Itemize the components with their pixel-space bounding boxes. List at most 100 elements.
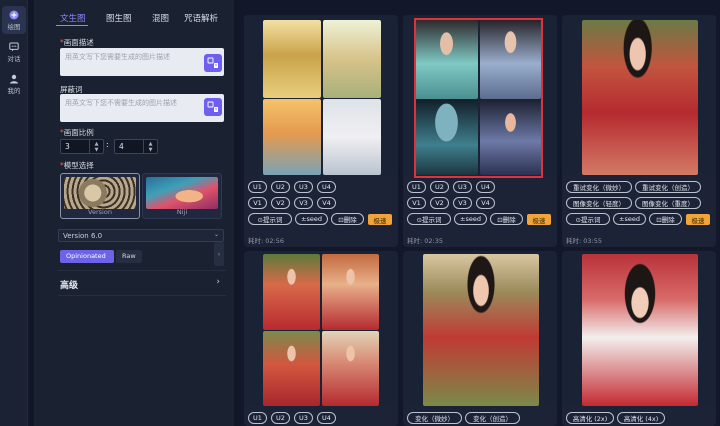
upscale-2x-button[interactable]: 高清化 (2x)	[566, 412, 614, 424]
grid-image-2[interactable]	[323, 20, 381, 98]
tab-image-to-image[interactable]: 图生图	[106, 12, 132, 24]
image-grid	[244, 15, 398, 175]
seed-button[interactable]: ±seed	[454, 213, 487, 225]
upscale-3-button[interactable]: U3	[294, 181, 313, 193]
negative-prompt-input[interactable]: 用英文写下您不需要生成的图片描述	[60, 94, 224, 122]
prompt-label: *画面描述	[60, 38, 94, 47]
plus-circle-icon	[9, 10, 20, 20]
variation-4-button[interactable]: V4	[317, 197, 336, 209]
variation-1-button[interactable]: V1	[248, 197, 267, 209]
speed-badge: 极速	[527, 214, 551, 225]
upscale-1-button[interactable]: U1	[248, 412, 267, 424]
result-card: U1 U2 U3 U4	[244, 251, 398, 426]
image-grid	[244, 251, 398, 406]
chevron-right-icon: ›	[216, 277, 220, 287]
selection-frame	[414, 18, 543, 178]
image-single	[562, 15, 716, 175]
prompt-button[interactable]: ⊙提示词	[566, 213, 610, 225]
active-tab-indicator	[56, 25, 88, 26]
speed-badge: 极速	[686, 214, 710, 225]
upscale-4-button[interactable]: U4	[317, 181, 336, 193]
advanced-section-toggle[interactable]: 高级 ›	[58, 270, 226, 296]
vary-light-button[interactable]: 图像变化（轻度）	[566, 197, 632, 209]
tab-prompt-analysis[interactable]: 咒语解析	[184, 12, 218, 24]
upscale-3-button[interactable]: U3	[294, 412, 313, 424]
translate-button[interactable]	[204, 54, 222, 72]
upscale-2-button[interactable]: U2	[271, 181, 290, 193]
upscale-4-button[interactable]: U4	[317, 412, 336, 424]
upscale-2-button[interactable]: U2	[430, 181, 449, 193]
variation-3-button[interactable]: V3	[453, 197, 472, 209]
model-card-version[interactable]: Version	[60, 173, 140, 219]
delete-button[interactable]: ⊡删除	[649, 213, 682, 225]
upscale-1-button[interactable]: U1	[407, 181, 426, 193]
version-select[interactable]: Version 6.0 ⌄	[58, 229, 224, 242]
tab-blend[interactable]: 混图	[152, 12, 169, 24]
prompt-button[interactable]: ⊙提示词	[407, 213, 451, 225]
chevron-left-icon: ‹	[217, 250, 221, 258]
upscale-3-button[interactable]: U3	[453, 181, 472, 193]
speed-badge: 极速	[368, 214, 392, 225]
ratio-separator: :	[106, 140, 109, 149]
reroll-subtle-button[interactable]: 重试变化（微妙）	[566, 181, 632, 193]
seed-button[interactable]: ±seed	[295, 213, 328, 225]
rail-item-label: 对话	[7, 54, 21, 63]
delete-button[interactable]: ⊡删除	[490, 213, 523, 225]
image-single	[403, 251, 557, 406]
translate-button[interactable]	[204, 98, 222, 116]
ratio-width-stepper[interactable]: 3 ▲ ▼	[60, 139, 104, 154]
ratio-width-value: 3	[65, 142, 70, 151]
upscale-4-button[interactable]: U4	[476, 181, 495, 193]
left-rail: 绘图 对话 我的	[0, 0, 28, 426]
advanced-label: 高级	[60, 281, 79, 291]
prompt-input[interactable]: 用英文写下您需要生成的图片描述	[60, 48, 224, 76]
model-preview-image	[64, 177, 136, 209]
result-image[interactable]	[582, 20, 698, 175]
rail-item-chat[interactable]: 对话	[2, 38, 26, 66]
translate-icon	[207, 101, 218, 112]
grid-image-3[interactable]	[263, 331, 320, 406]
prompt-button[interactable]: ⊙提示词	[248, 213, 292, 225]
result-image[interactable]	[582, 254, 698, 406]
model-name: Version	[88, 208, 112, 216]
result-image[interactable]	[423, 254, 539, 406]
variation-3-button[interactable]: V3	[294, 197, 313, 209]
grid-image-4[interactable]	[323, 99, 381, 175]
chat-icon	[9, 42, 20, 52]
stepper-arrows-icon[interactable]: ▲ ▼	[89, 140, 103, 153]
style-raw-button[interactable]: Raw	[116, 250, 142, 263]
grid-image-1[interactable]	[263, 254, 320, 330]
variation-4-button[interactable]: V4	[476, 197, 495, 209]
grid-image-1[interactable]	[263, 20, 321, 98]
model-preview-image	[146, 177, 218, 209]
stepper-arrows-icon[interactable]: ▲ ▼	[143, 140, 157, 153]
reroll-creative-button[interactable]: 重试变化（创造）	[635, 181, 701, 193]
seed-button[interactable]: ±seed	[613, 213, 646, 225]
elapsed-time: 耗时: 03:55	[566, 237, 602, 245]
tab-text-to-image[interactable]: 文生图	[60, 12, 86, 24]
upscale-2-button[interactable]: U2	[271, 412, 290, 424]
delete-button[interactable]: ⊡删除	[331, 213, 364, 225]
grid-image-2[interactable]	[322, 254, 379, 330]
rail-item-mine[interactable]: 我的	[2, 70, 26, 98]
grid-image-3[interactable]	[263, 99, 321, 175]
variation-2-button[interactable]: V2	[271, 197, 290, 209]
upscale-4x-button[interactable]: 高清化 (4x)	[617, 412, 665, 424]
user-icon	[9, 74, 20, 84]
ratio-height-stepper[interactable]: 4 ▲ ▼	[114, 139, 158, 154]
variation-1-button[interactable]: V1	[407, 197, 426, 209]
vary-strong-button[interactable]: 图像变化（重度）	[635, 197, 701, 209]
result-card: U1 U2 U3 U4 V1 V2 V3 V4 ⊙提示词 ±seed ⊡删除 极…	[403, 15, 557, 247]
variation-2-button[interactable]: V2	[430, 197, 449, 209]
upscale-1-button[interactable]: U1	[248, 181, 267, 193]
style-opinionated-button[interactable]: Opinionated	[60, 250, 114, 263]
model-card-niji[interactable]: Niji	[142, 173, 222, 219]
model-label: *模型选择	[60, 161, 94, 170]
version-select-value: Version 6.0	[63, 232, 103, 240]
rail-item-label: 绘图	[7, 22, 21, 31]
collapse-panel-button[interactable]: ‹	[214, 242, 224, 266]
grid-image-4[interactable]	[322, 331, 379, 406]
vary-subtle-button[interactable]: 变化（微妙）	[407, 412, 462, 424]
vary-creative-button[interactable]: 变化（创造）	[465, 412, 520, 424]
rail-item-draw[interactable]: 绘图	[2, 6, 26, 34]
